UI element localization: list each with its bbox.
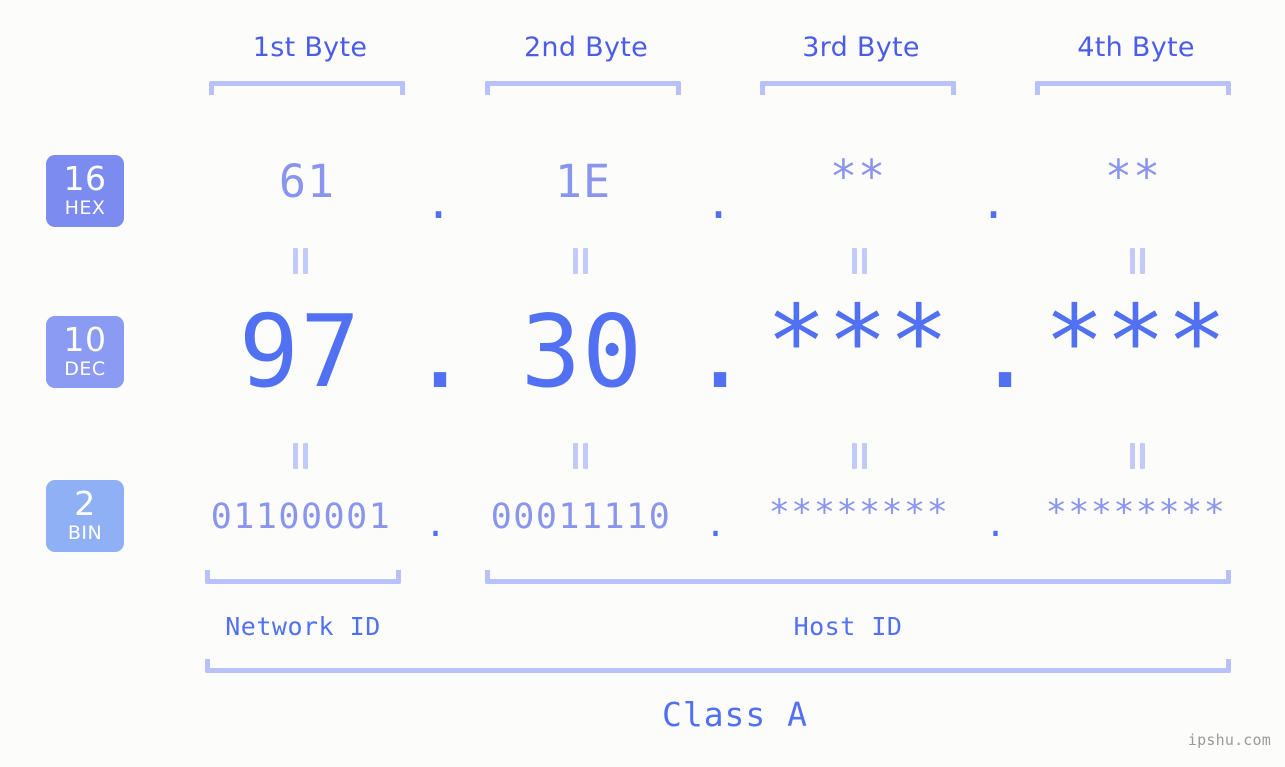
dec-byte-3: *** [766,283,950,400]
byte-header-3: 3rd Byte [802,32,920,63]
host-id-label: Host ID [793,612,903,641]
bin-byte-4: ******** [1045,493,1227,533]
class-bracket [205,659,1231,673]
site-watermark: ipshu.com [1187,731,1271,749]
equals-mark-hex-dec-1 [289,248,311,274]
byte-bracket-top-1 [209,81,405,95]
ip-address-breakdown-diagram: 1st Byte 2nd Byte 3rd Byte 4th Byte 16 H… [0,0,1285,767]
byte-bracket-top-4 [1035,81,1231,95]
class-label: Class A [661,695,809,734]
hex-byte-2: 1E [554,155,612,208]
byte-bracket-top-2 [485,81,681,95]
base-badge-bin-number: 2 [74,484,96,523]
base-badge-hex[interactable]: 16 HEX [46,155,124,227]
base-badge-dec-label: DEC [64,358,106,380]
bin-separator-1: . [425,505,447,545]
base-badge-dec-number: 10 [63,320,107,359]
network-id-bracket [205,570,401,584]
equals-mark-hex-dec-3 [848,248,870,274]
hex-separator-1: . [425,176,453,229]
bin-separator-3: . [985,505,1007,545]
byte-header-1: 1st Byte [252,32,368,63]
hex-byte-1: 61 [278,155,336,208]
base-badge-hex-label: HEX [64,197,106,219]
base-badge-bin-label: BIN [67,522,103,544]
bin-separator-2: . [705,505,727,545]
equals-mark-hex-dec-2 [569,248,591,274]
bin-byte-1: 01100001 [210,497,392,537]
base-badge-bin[interactable]: 2 BIN [46,480,124,552]
hex-byte-3: ** [829,150,887,203]
equals-mark-dec-bin-2 [569,443,591,469]
base-badge-dec[interactable]: 10 DEC [46,316,124,388]
bin-byte-2: 00011110 [490,497,672,537]
equals-mark-hex-dec-4 [1126,248,1148,274]
equals-mark-dec-bin-1 [289,443,311,469]
equals-mark-dec-bin-4 [1126,443,1148,469]
dec-byte-2: 30 [520,293,644,410]
bin-byte-3: ******** [768,493,950,533]
equals-mark-dec-bin-3 [848,443,870,469]
base-badge-hex-number: 16 [63,159,107,198]
byte-bracket-top-3 [760,81,956,95]
dec-byte-1: 97 [238,293,362,410]
hex-byte-4: ** [1104,150,1162,203]
network-id-label: Network ID [225,612,381,641]
byte-header-2: 2nd Byte [523,32,649,63]
dec-byte-4: *** [1044,283,1228,400]
host-id-bracket [485,570,1231,584]
byte-header-4: 4th Byte [1077,32,1195,63]
